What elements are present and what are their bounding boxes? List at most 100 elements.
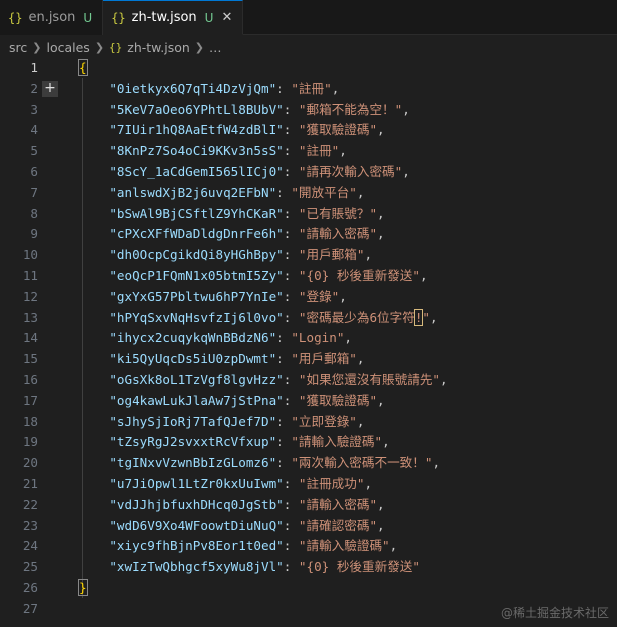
code-line[interactable]: 22 "vdJJhjbfuxhDHcq0JgStb": "請輸入密碼", bbox=[0, 495, 617, 516]
tab-label: en.json bbox=[28, 10, 76, 25]
colon: : bbox=[283, 309, 299, 325]
breadcrumb-file[interactable]: zh-tw.json bbox=[127, 40, 190, 55]
json-file-icon: {} bbox=[109, 40, 123, 54]
json-value: "開放平台" bbox=[291, 184, 357, 200]
json-key: "eoQcP1FQmN1x05btmI5Zy" bbox=[109, 268, 284, 283]
code-line[interactable]: 17 "og4kawLukJlaAw7jStPna": "獲取驗證碼", bbox=[0, 391, 617, 412]
code-line[interactable]: 25 "xwIzTwQbhgcf5xyWu8jVl": "{0} 秒後重新發送" bbox=[0, 557, 617, 578]
code-line[interactable]: 23 "wdD6V9Xo4WFoowtDiuNuQ": "請確認密碼", bbox=[0, 516, 617, 537]
line-number: 19 bbox=[22, 434, 38, 450]
code-line[interactable]: 3 "5KeV7aOeo6YPhtLl8BUbV": "郵箱不能為空！", bbox=[0, 100, 617, 121]
json-value: "請輸入密碼" bbox=[298, 496, 378, 512]
json-key: "gxYxG57Pbltwu6hP7YnIe" bbox=[109, 288, 284, 304]
code-line[interactable]: 6 "8ScY_1aCdGemI565lICj0": "請再次輸入密碼", bbox=[0, 162, 617, 183]
json-key: "sJhySjIoRj7TafQJef7D" bbox=[109, 413, 277, 429]
line-number: 8 bbox=[30, 205, 38, 221]
comma: , bbox=[377, 226, 385, 242]
line-number: 20 bbox=[22, 455, 38, 471]
code-line[interactable]: 10 "dh0OcpCgikdQi8yHGhBpy": "用戶郵箱", bbox=[0, 245, 617, 266]
code-text: "8ScY_1aCdGemI565lICj0": "請再次輸入密碼", bbox=[79, 162, 410, 183]
line-number: 21 bbox=[22, 476, 38, 491]
code-text: "tgINxvVzwnBbIzGLomz6": "兩次輸入密碼不一致！", bbox=[79, 453, 440, 474]
json-value: "Login" bbox=[291, 330, 345, 346]
code-line[interactable]: 14 "ihycx2cuqykqWnBBdzN6": "Login", bbox=[0, 328, 617, 349]
json-value: "密碼最少為6位字符 bbox=[298, 309, 415, 325]
breadcrumb-locales[interactable]: locales bbox=[46, 40, 89, 55]
json-value: "用戶郵箱" bbox=[291, 351, 357, 367]
comma: , bbox=[377, 122, 385, 138]
code-editor[interactable]: 1{2 + "0ietkyx6Q7qTi4DzVjQm": "註冊", 3 "5Ke… bbox=[0, 57, 617, 627]
code-text: "eoQcP1FQmN1x05btmI5Zy": "{0} 秒後重新發送", bbox=[79, 266, 427, 287]
colon: : bbox=[283, 268, 299, 283]
code-line[interactable]: 9 "cPXcXFfWDaDldgDnrFe6h": "請輸入密碼", bbox=[0, 224, 617, 245]
code-line[interactable]: 4 "7IUir1hQ8AaEtfW4zdBlI": "獲取驗證碼", bbox=[0, 120, 617, 141]
code-line[interactable]: 16 "oGsXk8oL1TzVgf8lgvHzz": "如果您還沒有賬號請先"… bbox=[0, 370, 617, 391]
code-line[interactable]: 8 "bSwAl9BjCSftlZ9YhCKaR": "已有賬號？", bbox=[0, 204, 617, 225]
code-text: "og4kawLukJlaAw7jStPna": "獲取驗證碼", bbox=[79, 391, 384, 412]
code-line[interactable]: 5 "8KnPz7So4oCi9KKv3n5sS": "註冊", bbox=[0, 141, 617, 162]
close-icon[interactable]: ✕ bbox=[221, 10, 232, 25]
line-number: 24 bbox=[22, 538, 38, 554]
colon: : bbox=[283, 496, 299, 512]
tab-zh-tw-json[interactable]: {} zh-tw.json U ✕ bbox=[103, 0, 244, 35]
comma: , bbox=[364, 247, 373, 263]
json-key: "bSwAl9BjCSftlZ9YhCKaR" bbox=[109, 205, 284, 221]
line-number: 2 bbox=[30, 80, 38, 96]
code-line[interactable]: 24 "xiyc9fhBjnPv8Eor1t0ed": "請輸入驗證碼", bbox=[0, 536, 617, 557]
comma: , bbox=[402, 101, 410, 117]
comma: , bbox=[377, 517, 385, 533]
line-number: 17 bbox=[22, 392, 38, 408]
code-line[interactable]: 11 "eoQcP1FQmN1x05btmI5Zy": "{0} 秒後重新發送"… bbox=[0, 266, 617, 287]
colon: : bbox=[283, 122, 299, 138]
json-value: "註冊" bbox=[291, 80, 332, 96]
code-line[interactable]: 12 "gxYxG57Pbltwu6hP7YnIe": "登錄", bbox=[0, 287, 617, 308]
untracked-status-badge: U bbox=[204, 10, 214, 25]
code-line[interactable]: 19 "tZsyRgJ2svxxtRcVfxup": "請輸入驗證碼", bbox=[0, 432, 617, 453]
code-line[interactable]: 2 + "0ietkyx6Q7qTi4DzVjQm": "註冊", bbox=[0, 79, 617, 100]
breadcrumb-ellipsis[interactable]: … bbox=[209, 40, 222, 55]
json-value: "用戶郵箱" bbox=[298, 247, 365, 263]
code-line[interactable]: 21 "u7JiOpwl1LtZr0kxUuIwm": "註冊成功", bbox=[0, 474, 617, 495]
comma: , bbox=[344, 330, 352, 346]
line-number: 22 bbox=[22, 496, 38, 512]
json-value: " bbox=[422, 309, 431, 325]
comma: , bbox=[402, 164, 410, 179]
colon: : bbox=[283, 538, 299, 554]
json-value: "獲取驗證碼" bbox=[298, 392, 378, 408]
line-number: 13 bbox=[22, 309, 38, 325]
colon: : bbox=[276, 455, 292, 471]
code-text: "7IUir1hQ8AaEtfW4zdBlI": "獲取驗證碼", bbox=[79, 120, 385, 141]
code-text: "hPYqSxvNqHsvfzIj6l0vo": "密碼最少為6位字符!", bbox=[79, 308, 438, 329]
comma: , bbox=[364, 476, 373, 491]
colon: : bbox=[276, 330, 292, 346]
json-value: "請再次輸入密碼" bbox=[298, 164, 403, 179]
colon: : bbox=[283, 476, 299, 491]
line-number: 14 bbox=[22, 330, 38, 346]
code-line[interactable]: 18 "sJhySjIoRj7TafQJef7D": "立即登錄", bbox=[0, 412, 617, 433]
code-line[interactable]: 13 "hPYqSxvNqHsvfzIj6l0vo": "密碼最少為6位字符!"… bbox=[0, 308, 617, 329]
code-line[interactable]: 20 "tgINxvVzwnBbIzGLomz6": "兩次輸入密碼不一致！", bbox=[0, 453, 617, 474]
comma: , bbox=[356, 184, 365, 200]
json-value: "{0} 秒後重新發送" bbox=[298, 268, 420, 283]
comma: , bbox=[331, 80, 340, 96]
code-text: "ihycx2cuqykqWnBBdzN6": "Login", bbox=[79, 328, 352, 349]
json-key: "ihycx2cuqykqWnBBdzN6" bbox=[109, 330, 277, 346]
tab-en-json[interactable]: {} en.json U bbox=[0, 0, 104, 35]
code-line[interactable]: 15 "ki5QyUqcDs5iU0zpDwmt": "用戶郵箱", bbox=[0, 349, 617, 370]
colon: : bbox=[283, 101, 299, 117]
code-line[interactable]: 7 "anlswdXjB2j6uvq2EFbN": "開放平台", bbox=[0, 183, 617, 204]
breadcrumb-src[interactable]: src bbox=[9, 40, 27, 55]
chevron-right-icon: ❯ bbox=[32, 40, 42, 54]
colon: : bbox=[283, 559, 299, 575]
comma: , bbox=[382, 434, 390, 450]
add-icon[interactable]: + bbox=[42, 80, 58, 97]
line-number: 7 bbox=[30, 184, 38, 200]
json-value: "註冊成功" bbox=[298, 476, 365, 491]
colon: : bbox=[283, 143, 299, 159]
comma: , bbox=[339, 143, 347, 159]
comma: , bbox=[432, 455, 441, 471]
untracked-status-badge: U bbox=[83, 10, 93, 25]
json-value: "請確認密碼" bbox=[298, 517, 378, 533]
code-line[interactable]: 1{ bbox=[0, 58, 617, 79]
code-line[interactable]: 26} bbox=[0, 578, 617, 599]
